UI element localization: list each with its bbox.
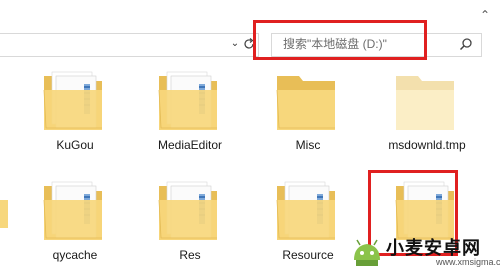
watermark-url: www.xmsigma.com xyxy=(436,257,500,267)
folder-icon xyxy=(273,66,343,136)
file-name: msdownld.tmp xyxy=(388,138,466,152)
file-name: qycache xyxy=(52,248,98,262)
chevron-down-icon[interactable]: ⌄ xyxy=(228,34,242,54)
watermark: 小麦安卓网 www.xmsigma.com xyxy=(350,232,500,274)
folder-icon xyxy=(40,66,110,136)
watermark-logo xyxy=(354,239,380,266)
folder-icon xyxy=(40,176,110,246)
file-item[interactable]: msdownld.tmp xyxy=(372,66,482,152)
file-item[interactable]: KuGou xyxy=(20,66,130,152)
folder-icon xyxy=(155,176,225,246)
address-bar[interactable] xyxy=(0,33,259,57)
chevron-up-icon[interactable]: ⌃ xyxy=(478,8,492,22)
file-item[interactable]: qycache xyxy=(20,176,130,262)
file-name: KuGou xyxy=(56,138,94,152)
file-name: Resource xyxy=(282,248,334,262)
file-name: Res xyxy=(179,248,201,262)
partial-folder-icon xyxy=(0,190,10,230)
search-highlight xyxy=(253,20,427,60)
file-item[interactable]: Res xyxy=(135,176,245,262)
search-icon[interactable] xyxy=(459,37,473,51)
file-name: Misc xyxy=(295,138,321,152)
folder-icon xyxy=(155,66,225,136)
file-item[interactable]: Misc xyxy=(253,66,363,152)
folder-icon xyxy=(273,176,343,246)
file-item[interactable]: MediaEditor xyxy=(135,66,245,152)
file-name: MediaEditor xyxy=(157,138,223,152)
folder-icon xyxy=(392,66,462,136)
file-item[interactable]: Resource xyxy=(253,176,363,262)
